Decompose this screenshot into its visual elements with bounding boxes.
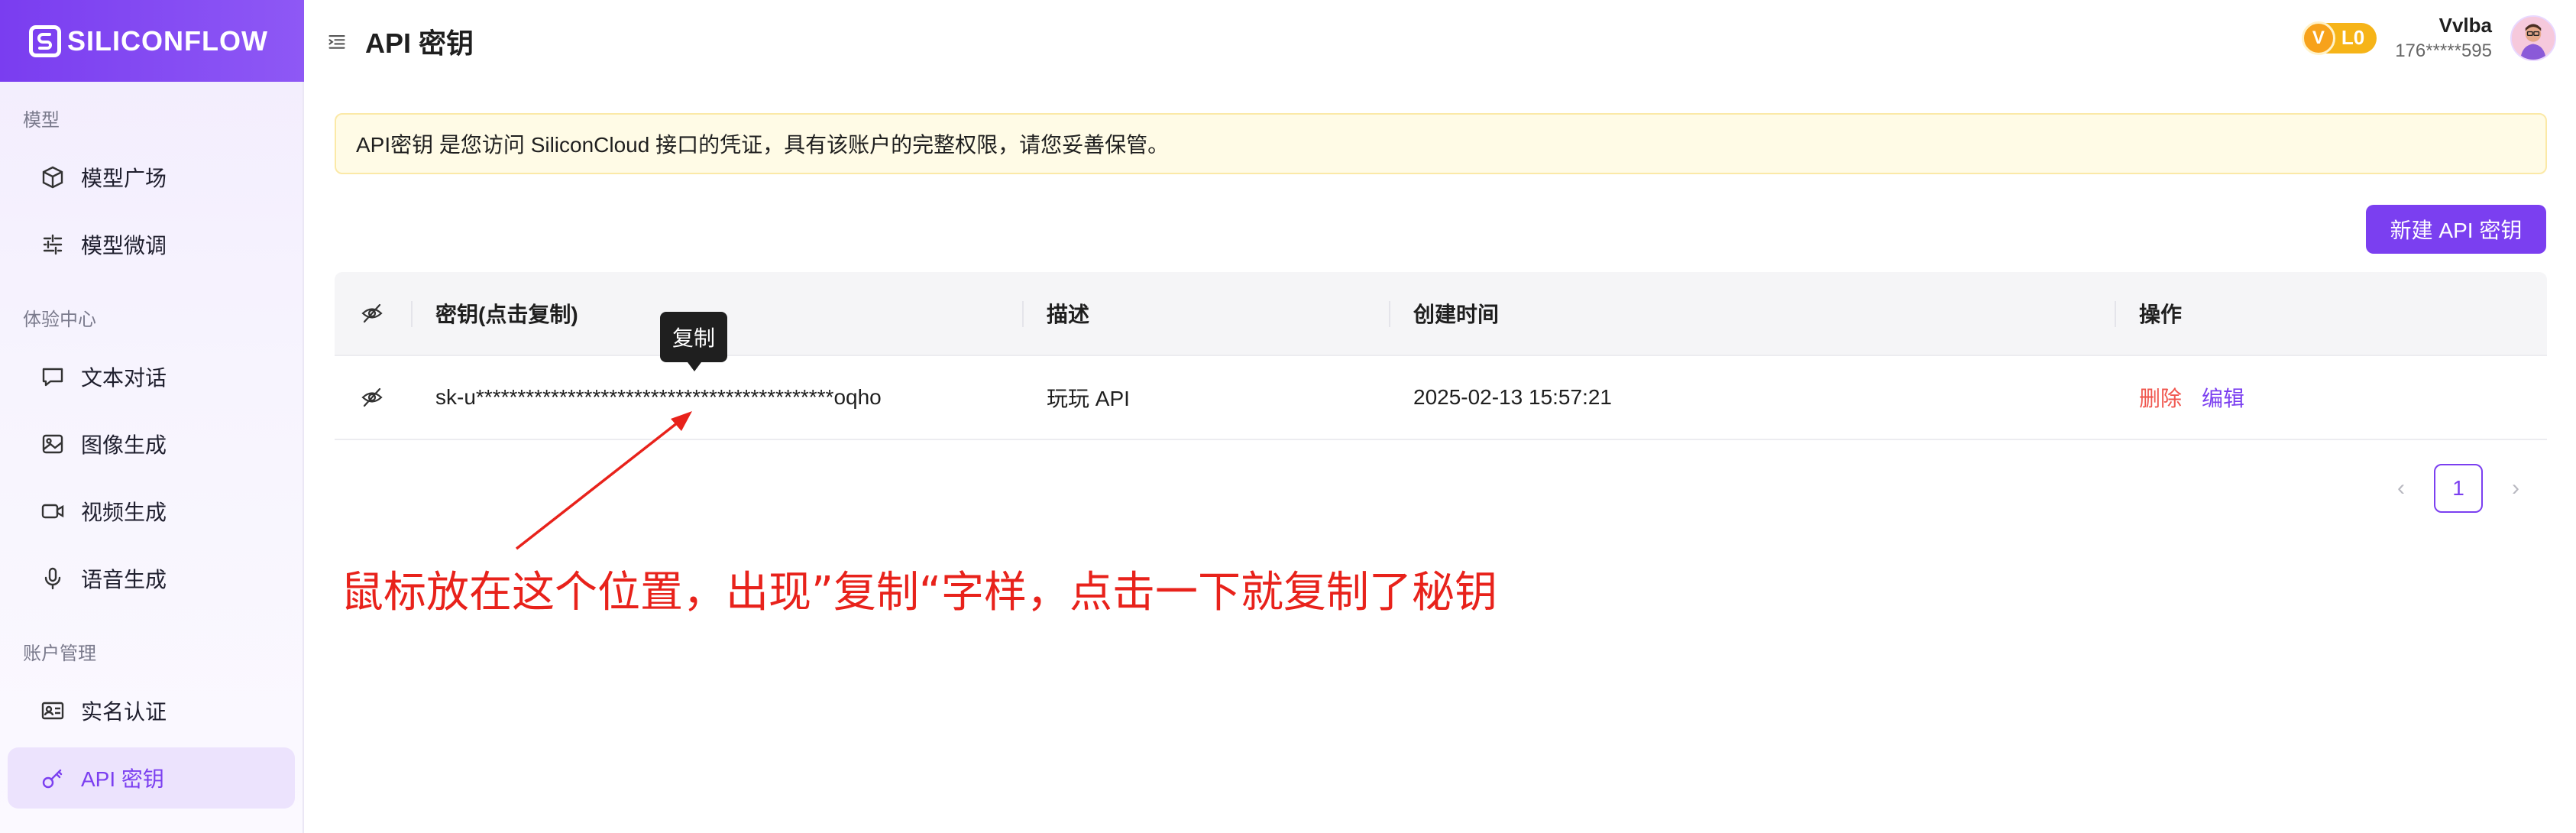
edit-button[interactable]: 编辑 <box>2202 382 2244 413</box>
user-info: Vvlba 176*****595 <box>2395 14 2492 62</box>
next-page-icon[interactable]: › <box>2490 464 2541 513</box>
logo-bar[interactable]: SILICONFLOW <box>0 0 304 82</box>
sidebar-item-label: 语音生成 <box>81 568 167 592</box>
prev-page-icon[interactable]: ‹ <box>2376 464 2426 513</box>
sidebar-item-model-square[interactable]: 模型广场 <box>8 147 295 208</box>
sidebar-item-identity[interactable]: 实名认证 <box>8 680 295 741</box>
api-key-value[interactable]: sk-u************************************… <box>411 356 1022 439</box>
nav-section-title: 模型 <box>23 110 60 131</box>
vip-icon: V <box>2301 21 2335 55</box>
cube-icon <box>40 164 66 190</box>
api-key-notice: API密钥 是您访问 SiliconCloud 接口的凭证，具有该账户的完整权限… <box>335 113 2547 174</box>
row-actions: 删除 编辑 <box>2115 356 2547 439</box>
avatar[interactable] <box>2510 15 2556 61</box>
sidebar-item-audio-gen[interactable]: 语音生成 <box>8 548 295 609</box>
sidebar-item-label: 实名认证 <box>81 700 167 724</box>
chat-icon <box>40 364 66 390</box>
sidebar: SILICONFLOW 模型 模型广场 模型微调 体验中心 文本对话 图像生成 … <box>0 0 304 833</box>
brand-name: SILICONFLOW <box>67 24 268 57</box>
sliders-icon <box>40 232 66 258</box>
new-api-key-button[interactable]: 新建 API 密钥 <box>2366 205 2546 254</box>
user-name: Vvlba <box>2438 14 2492 37</box>
user-phone: 176*****595 <box>2395 41 2492 61</box>
annotation-text: 鼠标放在这个位置，出现”复制“字样，点击一下就复制了秘钥 <box>341 568 1498 617</box>
sidebar-item-image-gen[interactable]: 图像生成 <box>8 413 295 475</box>
column-header-created: 创建时间 <box>1389 272 2115 355</box>
api-key-description: 玩玩 API <box>1047 387 1130 410</box>
sidebar-item-label: 视频生成 <box>81 501 167 524</box>
page-number[interactable]: 1 <box>2434 464 2483 513</box>
table-row: sk-u************************************… <box>335 356 2547 440</box>
siliconflow-logo-icon <box>29 24 61 57</box>
pagination: ‹ 1 › <box>2376 464 2541 513</box>
sidebar-item-label: API 密钥 <box>81 767 164 791</box>
key-icon <box>40 765 66 791</box>
id-card-icon <box>40 698 66 724</box>
column-header-desc: 描述 <box>1022 272 1389 355</box>
sidebar-item-api-keys[interactable]: API 密钥 <box>8 747 295 809</box>
sidebar-item-label: 图像生成 <box>81 433 167 457</box>
top-header: API 密钥 V L0 Vvlba 176*****595 <box>304 0 2576 82</box>
sidebar-item-video-gen[interactable]: 视频生成 <box>8 481 295 542</box>
page-title: API 密钥 <box>365 27 474 59</box>
image-icon <box>40 431 66 457</box>
video-icon <box>40 498 66 524</box>
menu-collapse-icon[interactable] <box>327 30 350 53</box>
column-header-actions: 操作 <box>2115 272 2547 355</box>
copy-tooltip: 复制 <box>660 312 727 371</box>
api-key-created-time: 2025-02-13 15:57:21 <box>1413 385 1612 409</box>
sidebar-item-text-chat[interactable]: 文本对话 <box>8 346 295 407</box>
sidebar-item-label: 模型微调 <box>81 234 167 258</box>
sidebar-item-label: 模型广场 <box>81 167 167 190</box>
user-area[interactable]: V L0 Vvlba 176*****595 <box>2301 14 2556 62</box>
sidebar-item-label: 文本对话 <box>81 366 167 390</box>
sidebar-item-model-finetune[interactable]: 模型微调 <box>8 214 295 275</box>
nav-section-title: 账户管理 <box>23 643 96 664</box>
toggle-visibility-icon[interactable] <box>335 356 411 439</box>
level-badge[interactable]: V L0 <box>2301 21 2377 55</box>
level-text: L0 <box>2341 26 2365 49</box>
delete-button[interactable]: 删除 <box>2139 382 2182 413</box>
mic-icon <box>40 566 66 592</box>
nav-section-title: 体验中心 <box>23 310 96 330</box>
toggle-visibility-all-icon[interactable] <box>335 272 411 355</box>
